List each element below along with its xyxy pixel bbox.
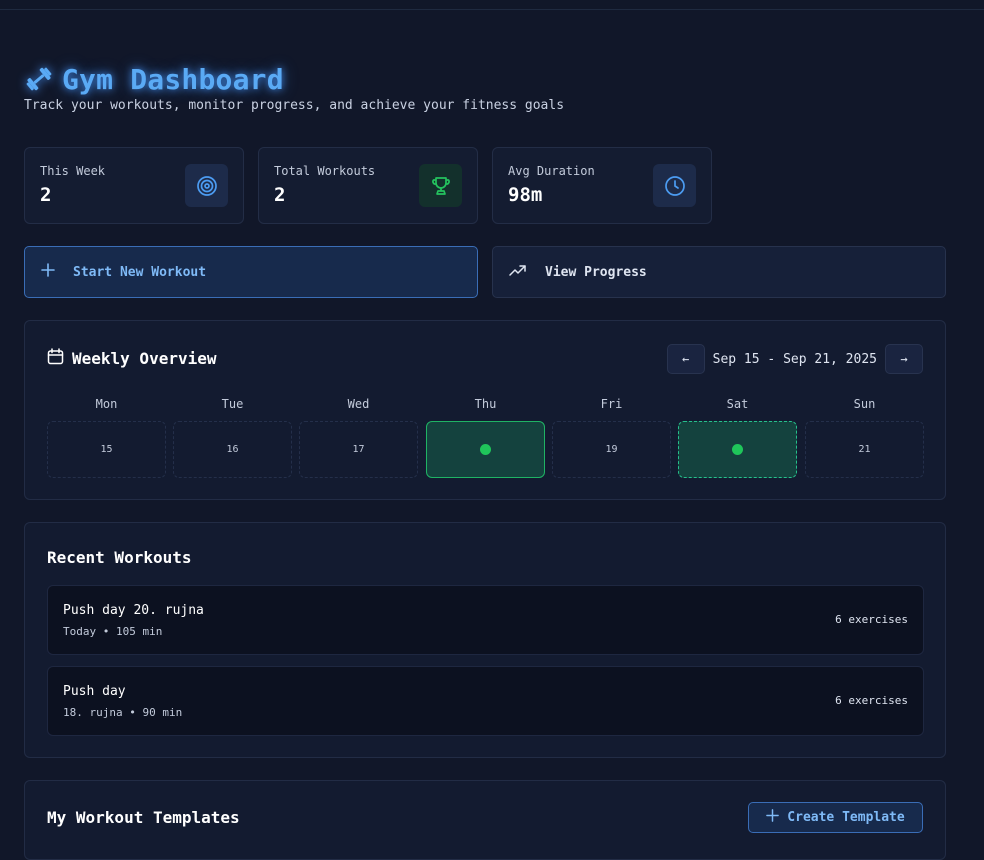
workout-indicator-dot	[480, 444, 491, 455]
stat-value: 2	[274, 184, 286, 206]
start-new-workout-button[interactable]: Start New Workout	[24, 246, 478, 298]
day-header-sun: Sun	[853, 397, 876, 411]
day-header-wed: Wed	[347, 397, 370, 411]
next-week-button[interactable]: →	[885, 344, 923, 374]
stat-card-avg-duration: Avg Duration 98m	[492, 147, 712, 224]
plus-icon	[766, 809, 780, 826]
trending-up-icon	[509, 263, 527, 281]
day-date: 17	[352, 444, 365, 455]
exercise-count: 6 exercises	[835, 613, 908, 626]
view-progress-label: View Progress	[545, 264, 647, 280]
day-cell-thu[interactable]	[426, 421, 545, 478]
stat-value: 98m	[508, 184, 543, 206]
day-header-mon: Mon	[95, 397, 118, 411]
day-cell-sun[interactable]: 21	[805, 421, 924, 478]
weekly-overview-header: Weekly Overview	[47, 348, 217, 369]
stat-card-total-workouts: Total Workouts 2	[258, 147, 478, 224]
weekly-overview-panel: Weekly Overview ← Sep 15 - Sep 21, 2025 …	[24, 320, 946, 500]
create-template-button[interactable]: Create Template	[748, 802, 923, 833]
top-divider	[0, 9, 984, 10]
day-date: 15	[100, 444, 113, 455]
day-header-sat: Sat	[726, 397, 749, 411]
calendar-icon	[47, 348, 64, 369]
page-header: Gym Dashboard Track your workouts, monit…	[24, 60, 565, 114]
workout-templates-title: My Workout Templates	[47, 808, 240, 827]
start-new-workout-label: Start New Workout	[73, 264, 207, 280]
page-subtitle: Track your workouts, monitor progress, a…	[24, 98, 565, 113]
trophy-icon	[419, 164, 462, 207]
day-cell-wed[interactable]: 17	[299, 421, 418, 478]
stat-card-this-week: This Week 2	[24, 147, 244, 224]
dumbbell-icon	[24, 64, 54, 94]
day-header-tue: Tue	[221, 397, 244, 411]
create-template-label: Create Template	[787, 810, 905, 825]
day-cell-fri[interactable]: 19	[552, 421, 671, 478]
day-cell-sat[interactable]	[678, 421, 797, 478]
week-range: Sep 15 - Sep 21, 2025	[712, 351, 877, 367]
recent-workouts-panel: Recent Workouts Push day 20. rujna Today…	[24, 522, 946, 758]
week-navigation: ← Sep 15 - Sep 21, 2025 →	[666, 344, 923, 374]
day-cell-mon[interactable]: 15	[47, 421, 166, 478]
clock-icon	[653, 164, 696, 207]
stat-label: Total Workouts	[274, 164, 376, 178]
day-date: 19	[605, 444, 618, 455]
previous-week-button[interactable]: ←	[666, 344, 705, 374]
day-header-fri: Fri	[600, 397, 623, 411]
workout-templates-panel: My Workout Templates Create Template	[24, 780, 946, 860]
workout-name: Push day 20. rujna	[63, 603, 204, 618]
workout-name: Push day	[63, 684, 126, 699]
workout-indicator-dot	[732, 444, 743, 455]
workout-list-item[interactable]: Push day 18. rujna • 90 min 6 exercises	[47, 666, 924, 736]
workout-meta: Today • 105 min	[63, 625, 163, 638]
plus-icon	[41, 263, 55, 281]
target-icon	[185, 164, 228, 207]
day-cell-tue[interactable]: 16	[173, 421, 292, 478]
day-header-thu: Thu	[474, 397, 497, 411]
workout-list-item[interactable]: Push day 20. rujna Today • 105 min 6 exe…	[47, 585, 924, 655]
page-title: Gym Dashboard	[62, 62, 284, 96]
title-row: Gym Dashboard	[24, 60, 564, 98]
day-date: 16	[226, 444, 239, 455]
view-progress-button[interactable]: View Progress	[492, 246, 946, 298]
day-date: 21	[858, 444, 871, 455]
exercise-count: 6 exercises	[835, 694, 908, 707]
workout-meta: 18. rujna • 90 min	[63, 706, 183, 719]
stat-value: 2	[40, 184, 52, 206]
recent-workouts-title: Recent Workouts	[47, 548, 192, 567]
stat-label: Avg Duration	[508, 164, 595, 178]
weekly-overview-title: Weekly Overview	[72, 349, 217, 368]
stat-label: This Week	[40, 164, 106, 178]
